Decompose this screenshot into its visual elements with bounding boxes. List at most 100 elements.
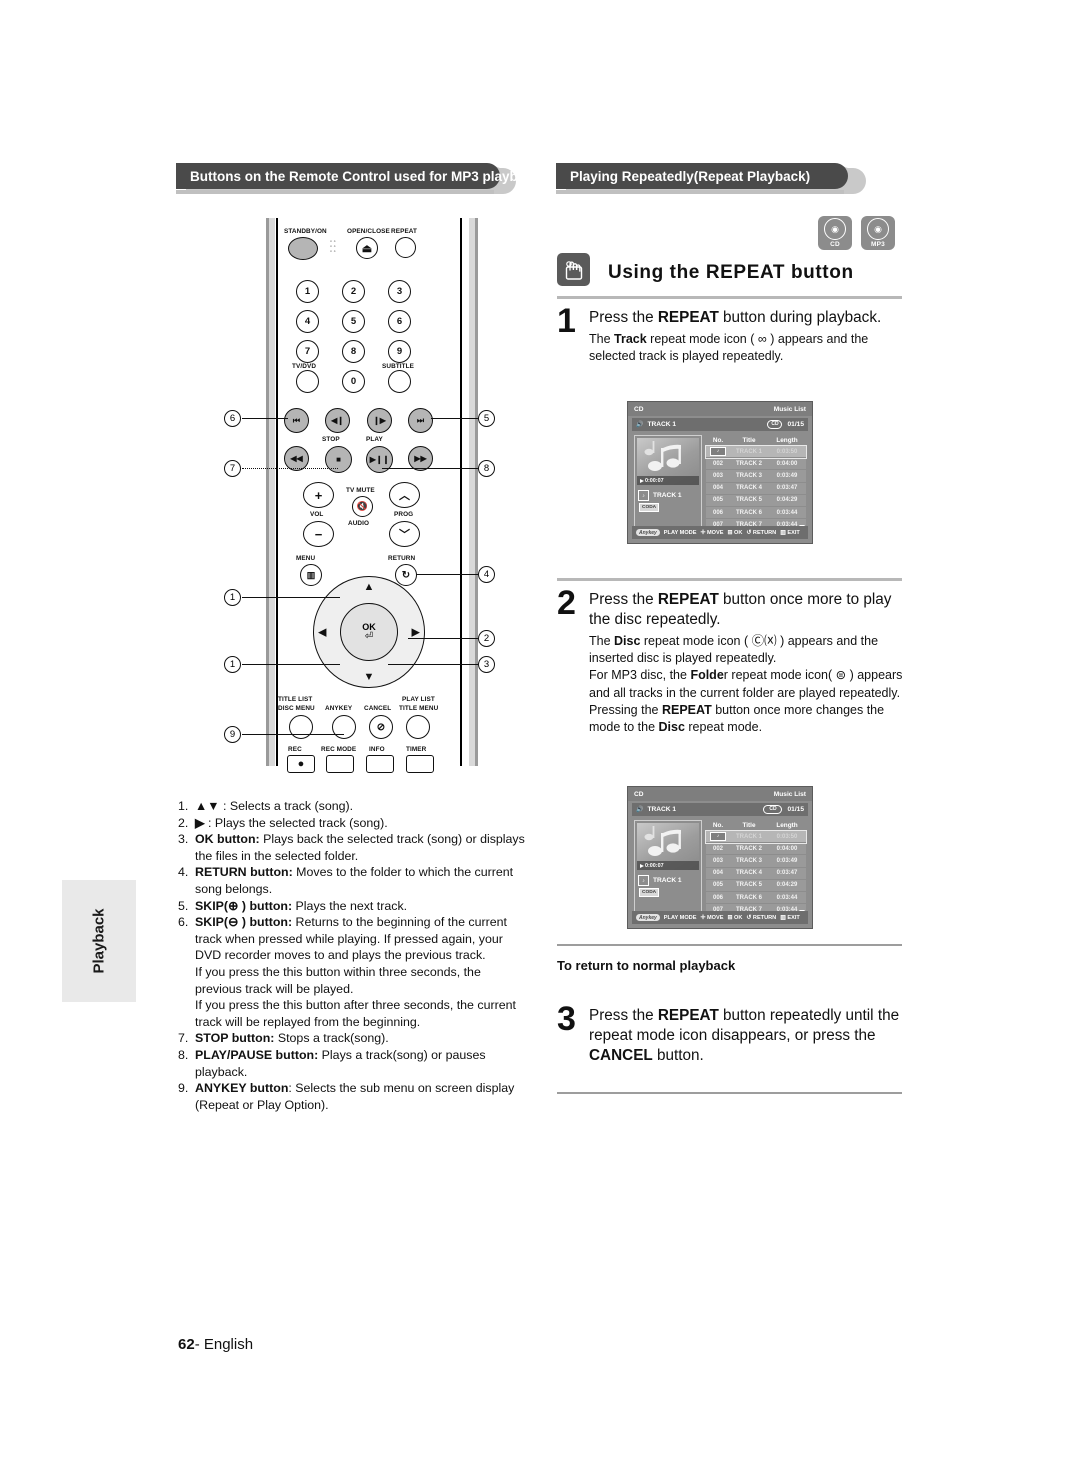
- disc-menu-label: DISC MENU: [278, 705, 315, 712]
- cancel-button[interactable]: ⊘: [369, 715, 393, 739]
- num-1-button[interactable]: 1: [296, 280, 319, 303]
- track-number: 005: [712, 882, 723, 889]
- step-2-body: The Disc repeat mode icon ( Ⓒ⒳ ) appears…: [589, 634, 903, 735]
- legend-item-number: 2.: [178, 815, 189, 830]
- track-row[interactable]: 004 TRACK 4 0:03:47: [706, 482, 806, 495]
- dpad[interactable]: ▲ ▼ ◀ ▶ OK ⏎: [313, 576, 425, 688]
- track-number: ♪: [706, 447, 730, 457]
- num-0-button[interactable]: 0: [342, 370, 365, 393]
- page-footer: 62- English: [178, 1336, 254, 1353]
- track-row[interactable]: 004 TRACK 4 0:03:47: [706, 867, 806, 880]
- legend-item-text: SKIP(⊖ ) button: Returns to the beginnin…: [195, 915, 507, 963]
- legend-item-text: OK button: Plays back the selected track…: [195, 832, 525, 863]
- audio-label: AUDIO: [348, 520, 370, 527]
- return-to-normal-heading: To return to normal playback: [557, 958, 736, 973]
- dpad-left-icon[interactable]: ◀: [318, 626, 326, 639]
- dpad-move-icon: ✛: [700, 530, 706, 536]
- subtitle-button[interactable]: [388, 370, 411, 393]
- callout-3: 3: [478, 656, 495, 673]
- standby-on-button[interactable]: [288, 237, 318, 260]
- num-5-button[interactable]: 5: [342, 310, 365, 333]
- page-number: 62: [178, 1336, 195, 1353]
- page-language: English: [203, 1336, 254, 1353]
- preview-title-row: ♪ TRACK 1: [638, 490, 682, 501]
- dpad-down-icon[interactable]: ▼: [364, 671, 375, 683]
- track-number: 003: [712, 472, 723, 479]
- track-row[interactable]: 002 TRACK 2 0:04:00: [706, 458, 806, 471]
- play-list-title-menu-button[interactable]: [406, 715, 430, 739]
- vol-label: VOL: [310, 511, 324, 518]
- track-title: TRACK 2: [735, 460, 762, 467]
- num-8-button[interactable]: 8: [342, 340, 365, 363]
- num-6-button[interactable]: 6: [388, 310, 411, 333]
- num-9-button[interactable]: 9: [388, 340, 411, 363]
- repeat-button[interactable]: [395, 237, 416, 258]
- track-row[interactable]: 003 TRACK 3 0:03:49: [706, 855, 806, 868]
- dpad-up-icon[interactable]: ▲: [364, 581, 375, 593]
- step-forward-button[interactable]: ❙▶: [367, 408, 392, 433]
- ok-button[interactable]: OK ⏎: [340, 603, 398, 661]
- track-length: 0:03:44: [776, 894, 798, 901]
- menu-button[interactable]: ▥: [300, 564, 322, 586]
- remote-button-legend-list: 1. ▲▼ : Selects a track (song). 2. ▶ : Play…: [178, 798, 526, 1113]
- rec-mode-button[interactable]: [326, 755, 354, 773]
- tv-mute-button[interactable]: 🔇: [352, 496, 373, 517]
- anykey-button[interactable]: [332, 715, 356, 739]
- num-7-button[interactable]: 7: [296, 340, 319, 363]
- track-length: 0:04:00: [776, 460, 798, 467]
- track-row[interactable]: 005 TRACK 5 0:04:29: [706, 494, 806, 507]
- callout-2: 2: [478, 630, 495, 647]
- skip-forward-button[interactable]: ⏭: [408, 408, 433, 433]
- volume-down-button[interactable]: −: [303, 521, 334, 547]
- timer-label: TIMER: [406, 746, 427, 753]
- legend-item-number: 8.: [178, 1047, 189, 1062]
- return-button[interactable]: ↻: [395, 564, 417, 586]
- anykey-pill[interactable]: Anykey: [636, 914, 660, 921]
- track-number: 004: [712, 870, 723, 877]
- timer-button[interactable]: [406, 755, 434, 773]
- legend-item: 2. ▶ : Plays the selected track (song).: [178, 815, 526, 832]
- prog-down-button[interactable]: ﹀: [389, 521, 420, 547]
- remote-rail-left: [269, 218, 275, 766]
- open-close-button[interactable]: ⏏: [356, 237, 378, 259]
- track-row[interactable]: ♪ TRACK 1 0:03:50: [705, 829, 807, 845]
- selected-track-icon: ♪: [710, 832, 726, 842]
- prog-up-button[interactable]: ︿: [389, 482, 420, 508]
- track-row[interactable]: 003 TRACK 3 0:03:49: [706, 470, 806, 483]
- track-row[interactable]: ♪ TRACK 1 0:03:50: [705, 444, 807, 460]
- num-4-button[interactable]: 4: [296, 310, 319, 333]
- num-3-button[interactable]: 3: [388, 280, 411, 303]
- num-2-button[interactable]: 2: [342, 280, 365, 303]
- step-back-button[interactable]: ◀❙: [325, 408, 350, 433]
- legend-item-text: PLAY/PAUSE button: Plays a track(song) o…: [195, 1047, 486, 1079]
- legend-item-number: 7.: [178, 1031, 189, 1046]
- media-badge-cd: ◉ CD: [818, 216, 852, 250]
- right-banner-text: Playing Repeatedly(Repeat Playback): [556, 163, 856, 193]
- dpad-right-icon[interactable]: ▶: [412, 626, 420, 639]
- skip-back-button[interactable]: ⏮: [284, 408, 309, 433]
- rec-button[interactable]: ●: [287, 755, 315, 773]
- title-list-label: TITLE LIST: [278, 696, 313, 703]
- note-icon: ♪: [638, 875, 649, 886]
- preview-title-row: ♪ TRACK 1: [638, 875, 682, 886]
- track-row[interactable]: 005 TRACK 5 0:04:29: [706, 879, 806, 892]
- osd-preview-panel: 0:00:07 ♪ TRACK 1 CODA: [634, 820, 702, 915]
- legend-item-continuation: If you press the this button after three…: [195, 998, 516, 1029]
- track-row[interactable]: 006 TRACK 6 0:03:44: [706, 506, 806, 520]
- play-icon: [640, 863, 644, 868]
- osd-screen-disc-repeat: CD Music List 🔊 TRACK 1 CD 01/15 0:00:07…: [627, 786, 813, 929]
- info-button[interactable]: [366, 755, 394, 773]
- track-row[interactable]: 006 TRACK 6 0:03:44: [706, 891, 806, 905]
- anykey-pill[interactable]: Anykey: [636, 529, 660, 536]
- callout-9: 9: [224, 726, 241, 743]
- legend-item: 6. SKIP(⊖ ) button: Returns to the beginn…: [178, 914, 526, 964]
- callout-7: 7: [224, 460, 241, 477]
- tv-dvd-button[interactable]: [296, 370, 319, 393]
- track-length: 0:03:49: [776, 857, 798, 864]
- title-list-disc-menu-button[interactable]: [289, 715, 313, 739]
- track-length: 0:03:50: [776, 448, 798, 455]
- legend-item: 5. SKIP(⊕ ) button: Plays the next track.: [178, 898, 526, 915]
- track-length: 0:03:47: [776, 485, 798, 492]
- track-row[interactable]: 002 TRACK 2 0:04:00: [706, 843, 806, 856]
- volume-up-button[interactable]: +: [303, 482, 334, 508]
